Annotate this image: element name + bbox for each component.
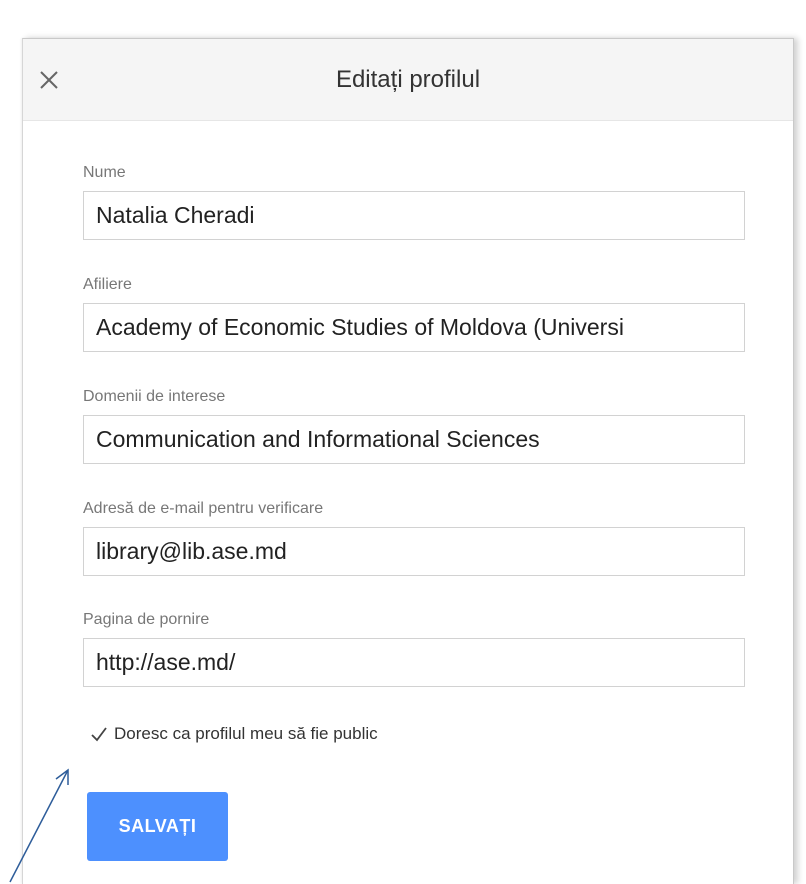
name-field-group: Nume — [83, 164, 745, 240]
name-label: Nume — [83, 164, 126, 181]
close-icon — [40, 71, 58, 89]
interests-label: Domenii de interese — [83, 388, 226, 405]
homepage-label: Pagina de pornire — [83, 611, 210, 628]
affiliation-label: Afiliere — [83, 276, 132, 293]
save-button[interactable]: SALVAȚI — [87, 792, 228, 861]
annotation-arrow-icon — [9, 768, 69, 883]
dialog-header: Editați profilul — [23, 39, 793, 121]
name-input[interactable] — [83, 191, 745, 240]
interests-field-group: Domenii de interese — [83, 388, 745, 464]
screenshot-stage: Editați profilul Nume Afiliere Domenii d… — [0, 0, 806, 884]
close-button[interactable] — [34, 65, 64, 95]
dialog-title: Editați profilul — [335, 66, 481, 93]
checkmark-icon — [91, 727, 107, 742]
interests-input[interactable] — [83, 415, 745, 464]
email-label: Adresă de e-mail pentru verificare — [83, 500, 324, 517]
email-input[interactable] — [83, 527, 745, 576]
edit-profile-dialog: Editați profilul Nume Afiliere Domenii d… — [22, 38, 794, 884]
affiliation-field-group: Afiliere — [83, 276, 745, 352]
public-profile-label: Doresc ca profilul meu să fie public — [114, 724, 378, 743]
homepage-input[interactable] — [83, 638, 745, 687]
public-profile-checkbox[interactable]: Doresc ca profilul meu să fie public — [89, 722, 378, 746]
homepage-field-group: Pagina de pornire — [83, 611, 745, 687]
email-field-group: Adresă de e-mail pentru verificare — [83, 500, 745, 576]
affiliation-input[interactable] — [83, 303, 745, 352]
